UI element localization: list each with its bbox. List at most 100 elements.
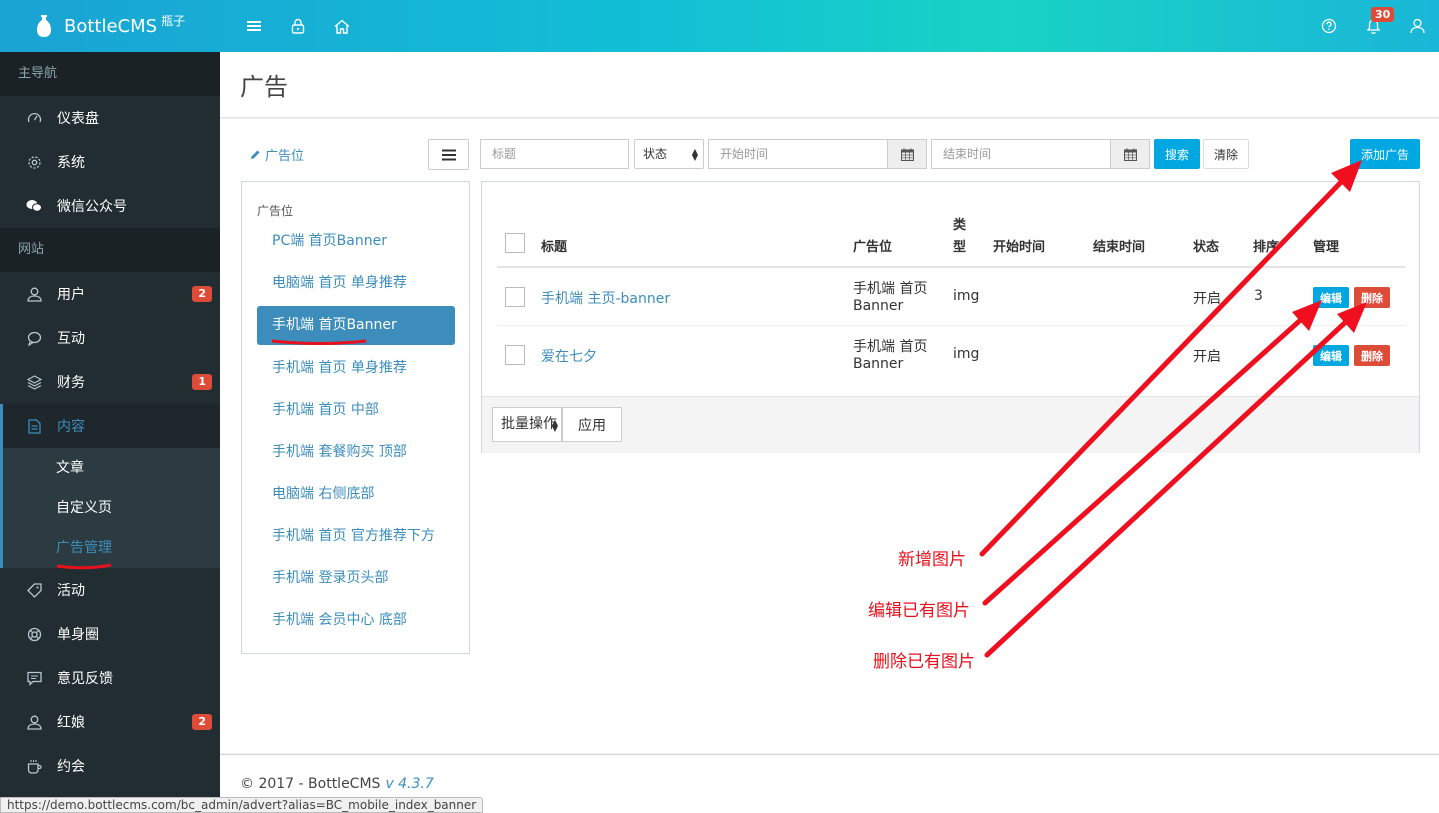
row-title-link[interactable]: 手机端 主页-banner (541, 288, 670, 308)
ad-position-item[interactable]: 手机端 首页 官方推荐下方 (257, 515, 455, 557)
search-button[interactable]: 搜索 (1154, 139, 1200, 169)
bottle-icon (37, 15, 51, 37)
sidebar-subitem-ad-management[interactable]: 广告管理 (0, 528, 220, 568)
layers-icon (26, 374, 42, 390)
user-menu-button[interactable] (1395, 0, 1439, 52)
list-toggle-button[interactable] (428, 139, 469, 170)
chat-icon (26, 670, 42, 686)
row-checkbox[interactable] (505, 345, 525, 365)
ad-position-item[interactable]: 电脑端 右侧底部 (257, 473, 455, 515)
ad-position-item[interactable]: 手机端 会员中心 底部 (257, 599, 455, 641)
ad-position-panel: 广告位 PC端 首页Banner 电脑端 首页 单身推荐 手机端 首页Banne… (241, 181, 470, 654)
table-footer: 批量操作 ▲ ▼ 应用 (482, 396, 1419, 453)
delete-button[interactable]: 删除 (1354, 287, 1390, 308)
col-manage: 管理 (1313, 240, 1340, 255)
work-area: 广告位 广告位 PC端 首页Banner 电脑端 首页 单身推荐 手机端 首页B… (220, 119, 1439, 753)
brand-logo[interactable]: BottleCMS 瓶子 (0, 14, 220, 38)
page-header: 广告 (220, 52, 1439, 118)
lock-icon (291, 18, 305, 34)
sidebar-item-activities[interactable]: 活动 (0, 568, 220, 612)
hamburger-icon (247, 21, 261, 31)
lifebuoy-icon (26, 626, 42, 642)
footer-version[interactable]: v 4.3.7 (385, 776, 433, 792)
home-icon (334, 19, 350, 34)
sidebar-item-feedback[interactable]: 意见反馈 (0, 656, 220, 700)
sidebar-item-interaction[interactable]: 互动 (0, 316, 220, 360)
start-calendar-button[interactable] (887, 139, 927, 169)
sidebar-section-main: 主导航 (0, 52, 220, 96)
row-title-link[interactable]: 爱在七夕 (541, 346, 597, 366)
ad-position-link[interactable]: 广告位 (250, 145, 304, 164)
ad-position-item[interactable]: 手机端 首页 单身推荐 (257, 347, 455, 389)
row-position-line2: Banner (853, 356, 904, 372)
annotation-edit: 编辑已有图片 (868, 601, 970, 621)
col-type-top: 类 (953, 218, 967, 233)
sidebar-item-label: 红娘 (57, 715, 85, 731)
annotation-add: 新增图片 (898, 550, 966, 570)
sidebar-subitem-custom-pages[interactable]: 自定义页 (0, 488, 220, 528)
home-button[interactable] (320, 0, 364, 52)
select-all-checkbox[interactable] (505, 233, 525, 253)
table-row: 爱在七夕 手机端 首页 Banner img 开启 编辑 删除 (497, 327, 1405, 384)
sidebar-item-label: 微信公众号 (57, 199, 127, 215)
select-caret-icon: ▲ ▼ (691, 147, 698, 162)
hamburger-icon (441, 149, 456, 160)
footer-copyright: © 2017 - BottleCMS (240, 776, 381, 792)
notification-count-badge: 30 (1371, 7, 1395, 22)
help-button[interactable] (1307, 0, 1351, 52)
ad-position-link-label: 广告位 (265, 149, 305, 164)
sidebar-item-label: 互动 (57, 331, 85, 347)
wechat-icon (26, 198, 42, 214)
sidebar-item-label: 仪表盘 (57, 111, 99, 127)
ad-position-item[interactable]: 手机端 套餐购买 顶部 (257, 431, 455, 473)
sidebar-item-label: 约会 (57, 759, 85, 775)
annotation-delete: 删除已有图片 (873, 652, 975, 672)
ad-position-item[interactable]: 手机端 登录页头部 (257, 557, 455, 599)
delete-button[interactable]: 删除 (1354, 345, 1390, 366)
sidebar-item-finance[interactable]: 财务 1 (0, 360, 220, 404)
ad-position-list: PC端 首页Banner 电脑端 首页 单身推荐 手机端 首页Banner 手机… (257, 220, 455, 641)
sidebar-item-singles-circle[interactable]: 单身圈 (0, 612, 220, 656)
main-content: 广告 广告位 广告位 PC端 首页Banner 电脑端 首页 单身推荐 手机端 … (220, 52, 1439, 813)
sidebar-item-wechat[interactable]: 微信公众号 (0, 184, 220, 228)
sidebar-item-system[interactable]: 系统 (0, 140, 220, 184)
pencil-icon (251, 150, 260, 159)
sidebar-item-label: 用户 (57, 287, 85, 303)
apply-button[interactable]: 应用 (562, 407, 622, 442)
calendar-icon (900, 148, 914, 161)
row-status: 开启 (1193, 349, 1221, 365)
sidebar-item-users[interactable]: 用户 2 (0, 272, 220, 316)
ad-position-item[interactable]: 手机端 首页 中部 (257, 389, 455, 431)
sidebar-item-dating[interactable]: 约会 (0, 744, 220, 788)
edit-button[interactable]: 编辑 (1313, 287, 1349, 308)
start-time-input[interactable]: 开始时间 (708, 139, 888, 169)
sidebar-item-matchmaker[interactable]: 红娘 2 (0, 700, 220, 744)
sidebar-subitem-articles[interactable]: 文章 (0, 448, 220, 488)
ad-position-item[interactable]: PC端 首页Banner (257, 220, 455, 262)
ad-position-item-selected[interactable]: 手机端 首页Banner (257, 306, 455, 345)
bulk-action-select[interactable]: 批量操作 ▲ ▼ (492, 407, 562, 442)
sidebar-item-label: 财务 (57, 375, 85, 391)
sidebar-item-content[interactable]: 内容 (0, 404, 220, 448)
title-filter-input[interactable]: 标题 (480, 139, 629, 169)
sidebar-item-label: 活动 (57, 583, 85, 599)
row-checkbox[interactable] (505, 287, 525, 307)
user-icon (26, 286, 42, 302)
lock-button[interactable] (276, 0, 320, 52)
status-filter-select[interactable]: 状态 ▲ ▼ (634, 139, 704, 169)
col-status: 状态 (1193, 240, 1220, 255)
edit-button[interactable]: 编辑 (1313, 345, 1349, 366)
sidebar-toggle-button[interactable] (232, 0, 276, 52)
sidebar-item-label: 单身圈 (57, 627, 99, 643)
clear-button[interactable]: 清除 (1203, 139, 1249, 169)
finance-count-badge: 1 (192, 374, 212, 390)
sidebar-item-dashboard[interactable]: 仪表盘 (0, 96, 220, 140)
end-calendar-button[interactable] (1110, 139, 1150, 169)
end-time-input[interactable]: 结束时间 (931, 139, 1111, 169)
notifications-button[interactable]: 30 (1351, 0, 1395, 52)
top-navbar: BottleCMS 瓶子 30 (0, 0, 1439, 52)
ad-table-panel: 标题 广告位 类 型 开始时间 结束时间 状态 排序 管理 手机端 主页-ban… (481, 181, 1420, 453)
brand-name: BottleCMS (64, 15, 158, 37)
add-ad-button[interactable]: 添加广告 (1350, 139, 1420, 169)
ad-position-item[interactable]: 电脑端 首页 单身推荐 (257, 262, 455, 304)
